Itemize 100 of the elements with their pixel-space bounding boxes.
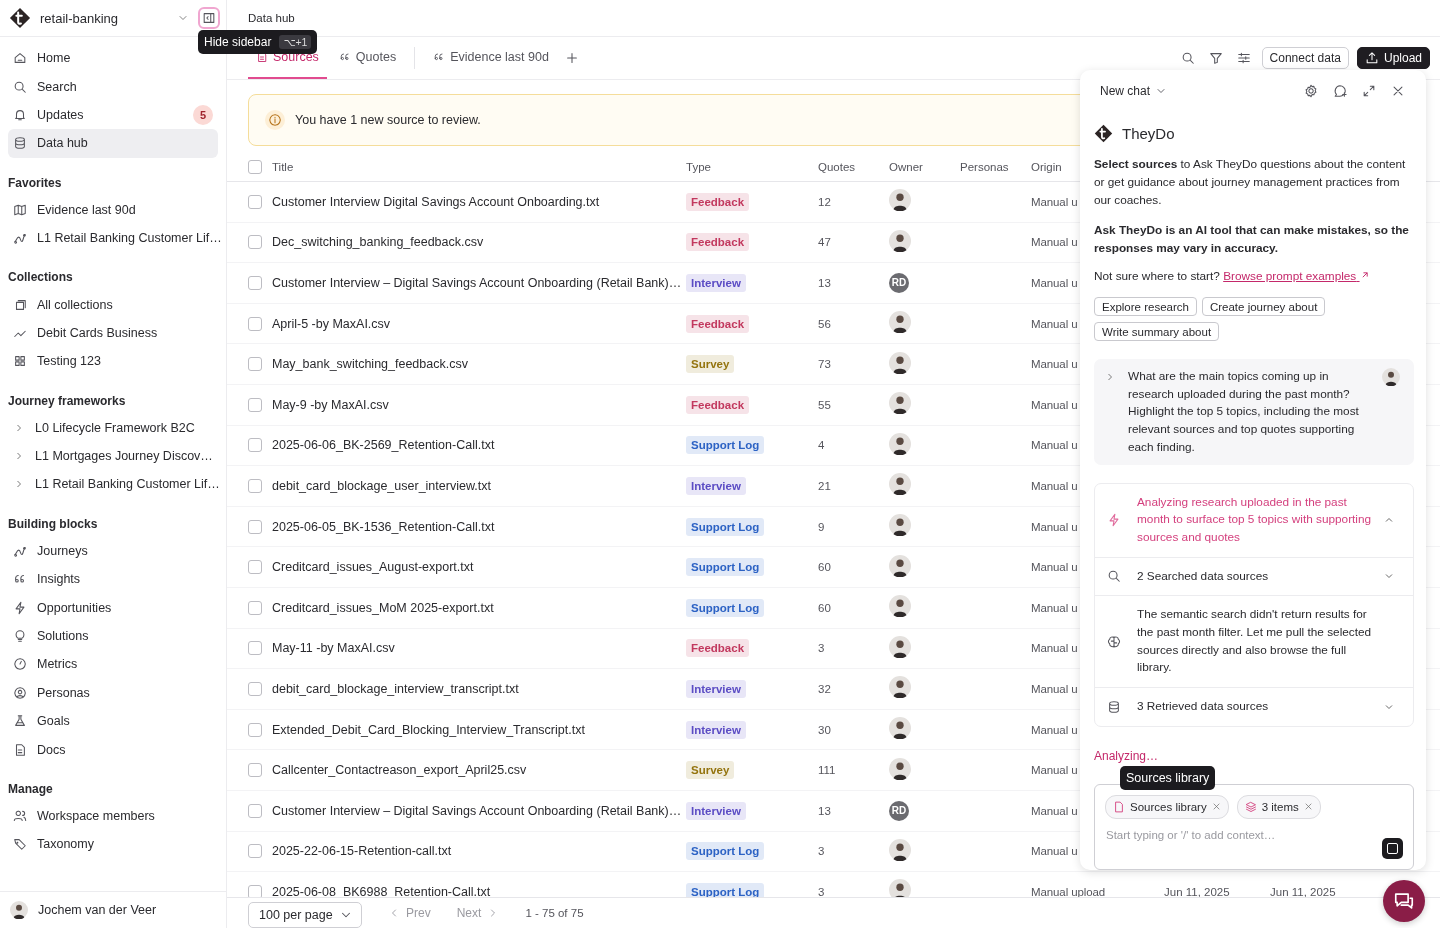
- title-cell[interactable]: 2025-06-05_BK-1536_Retention-Call.txt: [272, 519, 495, 534]
- avatar: [889, 189, 911, 212]
- bell-icon: [13, 107, 27, 122]
- row-checkbox[interactable]: [248, 478, 262, 493]
- row-checkbox[interactable]: [248, 600, 262, 615]
- sidebar-item[interactable]: L0 Lifecycle Framework B2C: [8, 413, 218, 442]
- notice-text: Select sources to Ask TheyDo questions about the content or get guidance about journey management practices from our coaches.: [1094, 156, 1407, 209]
- workspace-name: retail-banking: [40, 10, 120, 26]
- title-cell[interactable]: May-11 -by MaxAI.csv: [272, 641, 395, 656]
- column-header[interactable]: Type: [686, 160, 711, 173]
- row-checkbox[interactable]: [248, 397, 262, 412]
- section-heading: Journey frameworks: [8, 392, 127, 410]
- bolt-icon: [1107, 513, 1121, 528]
- sidebar-item[interactable]: All collections: [8, 290, 218, 319]
- search-icon: [1107, 569, 1121, 584]
- row-checkbox[interactable]: [248, 519, 262, 534]
- title-cell[interactable]: Dec_switching_banking_feedback.csv: [272, 235, 484, 250]
- sidebar-item[interactable]: Testing 123: [8, 347, 218, 376]
- row-checkbox[interactable]: [248, 722, 262, 737]
- sidebar-item[interactable]: Taxonomy: [8, 830, 218, 859]
- title-cell[interactable]: Customer Interview – Digital Savings Account Onboarding (Retail Bank)…: [272, 803, 682, 818]
- suggestion-chip[interactable]: Write summary about: [1094, 322, 1220, 341]
- sidebar-item[interactable]: Insights: [8, 565, 218, 594]
- sidebar-item[interactable]: Workspace members: [8, 801, 218, 831]
- row-checkbox[interactable]: [248, 681, 262, 696]
- step-text: Analyzing research uploaded in the past month to surface top 5 topics with supporting sources and quotes: [1137, 493, 1373, 546]
- row-checkbox[interactable]: [248, 641, 262, 656]
- sidebar-toggle-button[interactable]: [198, 7, 220, 29]
- chat-select[interactable]: New chat: [1100, 84, 1168, 98]
- row-checkbox[interactable]: [248, 844, 262, 859]
- row-checkbox[interactable]: [248, 194, 262, 209]
- chat-button[interactable]: [1383, 880, 1425, 922]
- context-chip[interactable]: Sources library: [1105, 794, 1229, 819]
- title-cell[interactable]: debit_card_blockage_user_interview.txt: [272, 478, 491, 493]
- prompt-examples-link[interactable]: Browse prompt examples: [1223, 269, 1370, 283]
- origin-cell: Manual u: [1031, 195, 1078, 208]
- title-cell[interactable]: May-9 -by MaxAI.csv: [272, 397, 389, 412]
- context-chip[interactable]: 3 items: [1236, 794, 1321, 819]
- title-cell[interactable]: 2025-22-06-15-Retention-call.txt: [272, 844, 452, 859]
- title-cell[interactable]: Customer Interview Digital Savings Account Onboarding.txt: [272, 194, 600, 209]
- row-checkbox[interactable]: [248, 357, 262, 372]
- title-cell[interactable]: Extended_Debit_Card_Blocking_Interview_Transcript.txt: [272, 722, 585, 737]
- nav-item[interactable]: Data hub: [8, 129, 218, 158]
- title-cell[interactable]: May_bank_switching_feedback.csv: [272, 357, 468, 372]
- sidebar-item[interactable]: Personas: [8, 678, 218, 708]
- sidebar-item[interactable]: Solutions: [8, 621, 218, 651]
- row-checkbox[interactable]: [248, 316, 262, 331]
- row-checkbox[interactable]: [248, 803, 262, 818]
- row-checkbox[interactable]: [248, 235, 262, 250]
- suggestion-chip[interactable]: Create journey about: [1201, 297, 1326, 316]
- bolt-icon: [13, 600, 27, 615]
- column-header[interactable]: Personas: [960, 160, 1009, 173]
- origin-cell: Manual u: [1031, 845, 1078, 858]
- tab[interactable]: Quotes: [330, 37, 405, 79]
- sidebar-item[interactable]: Goals: [8, 707, 218, 736]
- sidebar-item[interactable]: Opportunities: [8, 593, 218, 622]
- row-checkbox[interactable]: [248, 276, 262, 290]
- connect-button[interactable]: Connect data: [1261, 47, 1349, 69]
- quotes-cell: 3: [818, 642, 825, 655]
- page-size-select[interactable]: 100 per page: [248, 902, 362, 928]
- row-checkbox[interactable]: [248, 560, 262, 575]
- sidebar-item[interactable]: L1 Retail Banking Customer Lif…: [8, 223, 218, 253]
- column-header[interactable]: Owner: [889, 160, 923, 173]
- sidebar-item[interactable]: L1 Mortgages Journey Discov…: [8, 441, 218, 471]
- sidebar-item[interactable]: Debit Cards Business: [8, 318, 218, 348]
- column-header[interactable]: Quotes: [818, 160, 856, 173]
- nav-item[interactable]: Updates 5: [8, 100, 218, 130]
- title-cell[interactable]: Creditcard_issues_MoM 2025-export.txt: [272, 600, 494, 615]
- sidebar-item[interactable]: Docs: [8, 735, 218, 764]
- message-input[interactable]: Start typing or '/' to add context…: [1105, 828, 1405, 841]
- plus-icon: [564, 51, 579, 65]
- sidebar-item[interactable]: L1 Retail Banking Customer Lif…: [8, 470, 218, 499]
- row-checkbox[interactable]: [248, 438, 262, 453]
- select-all-checkbox[interactable]: [248, 159, 262, 174]
- upload-button[interactable]: Upload: [1356, 47, 1430, 69]
- type-tag: Feedback: [686, 639, 750, 658]
- type-tag: Survey: [686, 355, 735, 374]
- row-checkbox[interactable]: [248, 884, 262, 897]
- database-icon: [13, 136, 27, 151]
- title-cell[interactable]: Customer Interview – Digital Savings Account Onboarding (Retail Bank)…: [272, 276, 682, 290]
- row-checkbox[interactable]: [248, 763, 262, 778]
- stop-button[interactable]: [1382, 838, 1403, 859]
- tab[interactable]: Evidence last 90d: [425, 37, 557, 79]
- title-cell[interactable]: Callcenter_Contactreason_export_April25.csv: [272, 763, 527, 778]
- column-header[interactable]: Title: [272, 160, 294, 173]
- title-cell[interactable]: 2025-06-06_BK-2569_Retention-Call.txt: [272, 438, 495, 453]
- workspace-logo: [9, 7, 31, 29]
- brain-icon: [1107, 634, 1121, 649]
- avatar: [889, 554, 911, 577]
- status-text: Analyzing…: [1094, 748, 1160, 763]
- title-cell[interactable]: Creditcard_issues_August-export.txt: [272, 560, 474, 575]
- nav-item[interactable]: Search: [8, 72, 218, 101]
- suggestion-chip[interactable]: Explore research: [1094, 297, 1197, 316]
- sidebar-item[interactable]: Evidence last 90d: [8, 195, 218, 224]
- sidebar-item[interactable]: Metrics: [8, 650, 218, 679]
- title-cell[interactable]: debit_card_blockage_interview_transcript.txt: [272, 681, 519, 696]
- sidebar-item[interactable]: Journeys: [8, 536, 218, 566]
- avatar: [889, 717, 911, 739]
- title-cell[interactable]: April-5 -by MaxAI.csv: [272, 316, 391, 331]
- column-header[interactable]: Origin: [1031, 160, 1062, 173]
